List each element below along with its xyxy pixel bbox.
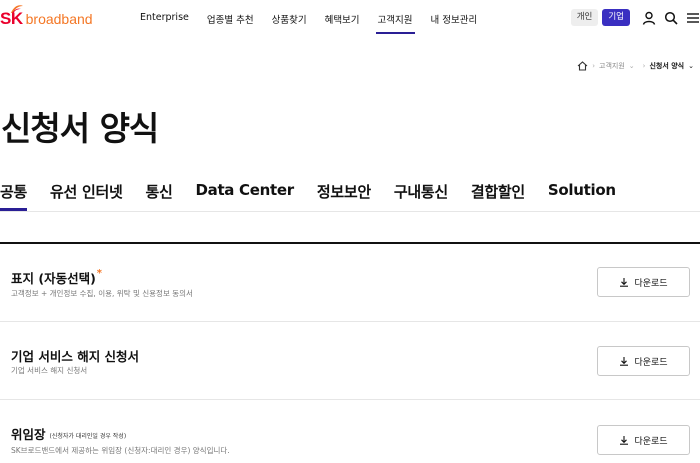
gnb-item-benefits[interactable]: 혜택보기 [325,12,360,26]
download-button[interactable]: 다운로드 [597,267,690,297]
header: SK broadband Enterprise 업종별 추천 상품찾기 혜택보기… [0,0,700,38]
tab-premises-telecom[interactable]: 구내통신 [394,181,448,202]
sk-wing-icon [11,5,23,13]
download-icon [620,278,629,287]
breadcrumb: › 고객지원 ⌄ › 신청서 양식 ⌄ [577,61,698,71]
breadcrumb-item-current[interactable]: 신청서 양식 [649,61,684,71]
gnb-item-my-info[interactable]: 내 정보관리 [431,12,478,26]
gnb-item-industry[interactable]: 업종별 추천 [207,12,254,26]
chevron-down-icon: ⌄ [688,62,694,70]
menu-icon[interactable] [686,11,700,25]
form-title-text: 표지 (자동선택) [11,271,96,286]
home-icon[interactable] [577,61,588,71]
tab-common[interactable]: 공통 [0,181,27,211]
download-button-label: 다운로드 [634,357,668,368]
tab-bundle-discount[interactable]: 결합할인 [471,181,525,202]
download-icon [620,357,629,366]
search-icon[interactable] [664,11,678,25]
tabs-divider [0,211,700,212]
breadcrumb-separator: › [642,62,646,70]
tab-info-security[interactable]: 정보보안 [317,181,371,202]
tab-data-center[interactable]: Data Center [195,181,294,202]
global-nav: Enterprise 업종별 추천 상품찾기 혜택보기 고객지원 내 정보관리 [140,12,495,34]
chevron-down-icon: ⌄ [628,62,635,70]
form-title-note: (신청자가 대리인일 경우 작성) [49,433,127,440]
form-title-text: 기업 서비스 해지 신청서 [11,349,140,364]
download-icon [620,436,629,445]
gnb-item-support[interactable]: 고객지원 [375,12,415,34]
breadcrumb-separator: › [592,62,596,70]
tab-wired-internet[interactable]: 유선 인터넷 [50,181,123,202]
form-title: 기업 서비스 해지 신청서 [11,346,139,365]
sk-broadband-logo[interactable]: SK broadband [0,5,93,30]
required-mark: * [96,268,103,279]
form-description: SK브로드밴드에서 제공하는 위임장 (신청자:대리인 경우) 양식입니다. [11,446,230,455]
download-button[interactable]: 다운로드 [597,346,690,376]
breadcrumb-item-support[interactable]: 고객지원 [599,61,625,71]
page-title: 신청서 양식 [1,109,159,148]
category-tabs: 공통 유선 인터넷 통신 Data Center 정보보안 구내통신 결합할인 … [0,181,639,211]
business-toggle-button[interactable]: 기업 [602,9,630,26]
download-button-label: 다운로드 [634,278,668,289]
form-title-text: 위임장 [11,427,46,442]
form-description: 기업 서비스 해지 신청서 [11,366,88,375]
tab-solution[interactable]: Solution [548,181,616,202]
form-description: 고객정보 + 개인정보 수집, 이용, 위탁 및 신용정보 동의서 [11,289,193,298]
form-title: 위임장 (신청자가 대리인일 경우 작성) [11,424,126,443]
form-title: 표지 (자동선택)* [11,268,102,287]
tab-telecom[interactable]: 통신 [145,181,172,202]
form-row: 기업 서비스 해지 신청서 기업 서비스 해지 신청서 다운로드 [0,322,700,400]
header-utils: 개인 기업 [570,9,700,26]
form-row: 표지 (자동선택)* 고객정보 + 개인정보 수집, 이용, 위탁 및 신용정보… [0,244,700,322]
form-row: 위임장 (신청자가 대리인일 경우 작성) SK브로드밴드에서 제공하는 위임장 … [0,400,700,463]
download-button-label: 다운로드 [634,436,668,447]
download-button[interactable]: 다운로드 [597,425,690,455]
personal-toggle-button[interactable]: 개인 [570,9,599,26]
gnb-item-enterprise[interactable]: Enterprise [140,12,189,26]
logo-broadband-text: broadband [25,11,93,27]
gnb-item-products[interactable]: 상품찾기 [272,12,307,26]
user-icon[interactable] [642,11,656,25]
